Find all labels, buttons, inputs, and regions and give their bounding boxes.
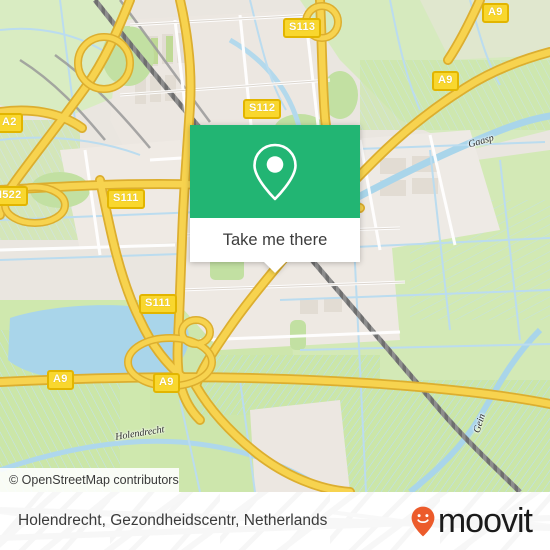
road-shield-s113: S113 xyxy=(283,18,322,38)
map-screenshot: S113 A9 A9 S112 A2 N522 S111 S111 A9 A9 … xyxy=(0,0,550,550)
road-shield-a9-lower: A9 xyxy=(153,373,180,393)
callout-label: Take me there xyxy=(222,230,328,249)
take-me-there-callout[interactable]: Take me there xyxy=(190,125,360,273)
map-pin-icon xyxy=(253,143,297,200)
road-shield-s111-upper: S111 xyxy=(107,189,145,209)
road-shield-a9-left: A9 xyxy=(47,370,74,390)
road-shield-a9-top: A9 xyxy=(482,3,509,23)
road-shield-a9-upper-right: A9 xyxy=(432,71,459,91)
road-shield-n522: N522 xyxy=(0,186,28,206)
callout-pin-area xyxy=(190,125,360,218)
moovit-brand[interactable]: moovit xyxy=(411,492,533,550)
osm-attribution[interactable]: © OpenStreetMap contributors xyxy=(0,468,179,492)
moovit-wordmark: moovit xyxy=(437,501,533,540)
location-title: Holendrecht, Gezondheidscentr, Netherlan… xyxy=(18,512,328,529)
callout-tail xyxy=(264,262,286,273)
osm-attribution-text: © OpenStreetMap contributors xyxy=(9,473,179,487)
footer-bar: Holendrecht, Gezondheidscentr, Netherlan… xyxy=(0,492,550,550)
road-shield-a2: A2 xyxy=(0,113,23,133)
map-canvas[interactable]: S113 A9 A9 S112 A2 N522 S111 S111 A9 A9 … xyxy=(0,0,550,492)
moovit-smiley-pin-icon xyxy=(411,506,435,536)
road-shield-s112: S112 xyxy=(243,99,282,119)
callout-label-area[interactable]: Take me there xyxy=(190,218,360,273)
road-shield-s111-lower: S111 xyxy=(139,294,177,314)
